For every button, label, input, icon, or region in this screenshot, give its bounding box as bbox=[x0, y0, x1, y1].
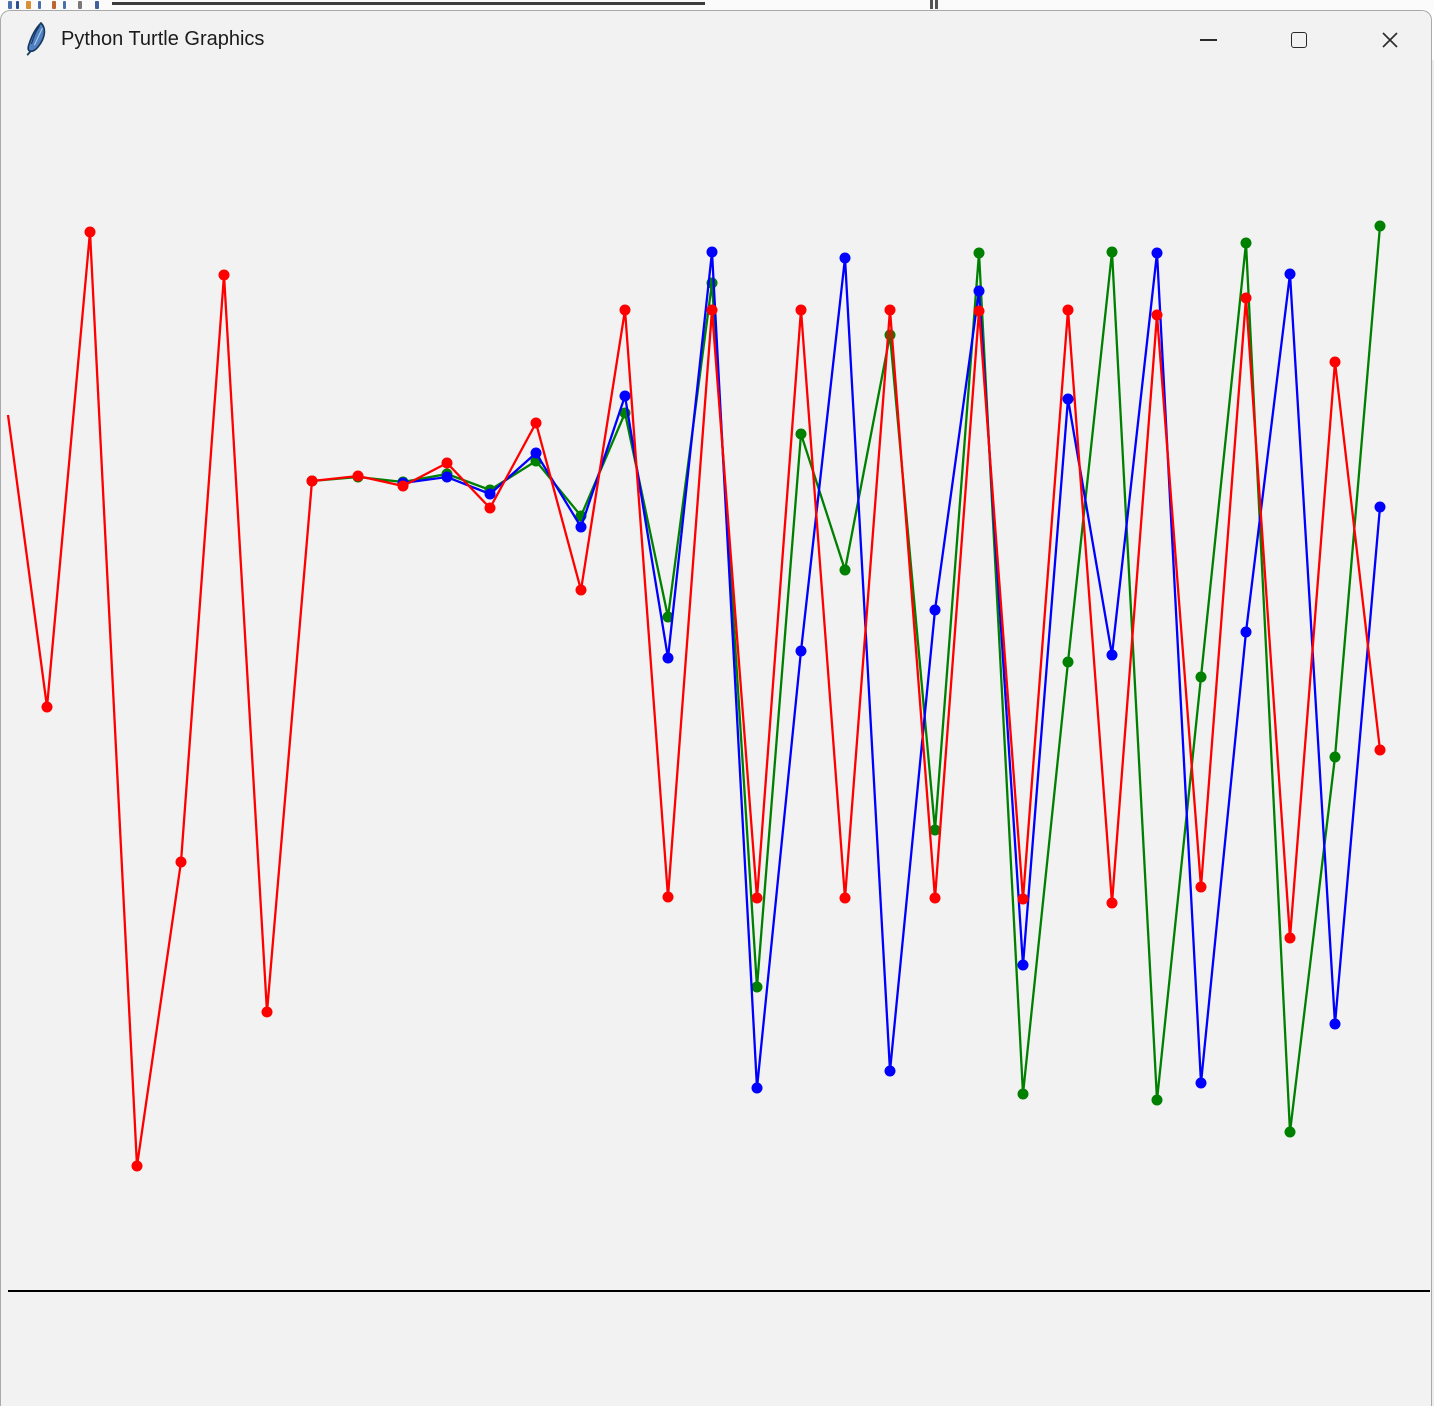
background-double-bar bbox=[930, 0, 933, 9]
close-button[interactable] bbox=[1360, 11, 1420, 68]
maximize-button[interactable] bbox=[1269, 11, 1329, 68]
background-fragment bbox=[63, 1, 66, 9]
turtle-graphics-window: Python Turtle Graphics bbox=[0, 10, 1432, 1406]
window-title: Python Turtle Graphics bbox=[61, 28, 265, 50]
background-window-sliver bbox=[0, 0, 1434, 10]
python-feather-icon bbox=[26, 22, 46, 56]
background-fragment bbox=[8, 1, 12, 9]
maximize-icon bbox=[1291, 31, 1307, 48]
background-fragment bbox=[78, 1, 82, 9]
minimize-button[interactable] bbox=[1178, 11, 1238, 68]
background-fragment bbox=[26, 1, 31, 9]
background-fragment bbox=[38, 1, 41, 9]
close-icon bbox=[1382, 31, 1398, 48]
background-fragment bbox=[52, 1, 56, 9]
background-fragment bbox=[95, 1, 99, 9]
background-double-bar bbox=[935, 0, 938, 9]
background-fragment bbox=[16, 1, 19, 9]
titlebar: Python Turtle Graphics bbox=[1, 11, 1431, 68]
minimize-icon bbox=[1199, 38, 1217, 41]
background-line bbox=[112, 2, 705, 5]
